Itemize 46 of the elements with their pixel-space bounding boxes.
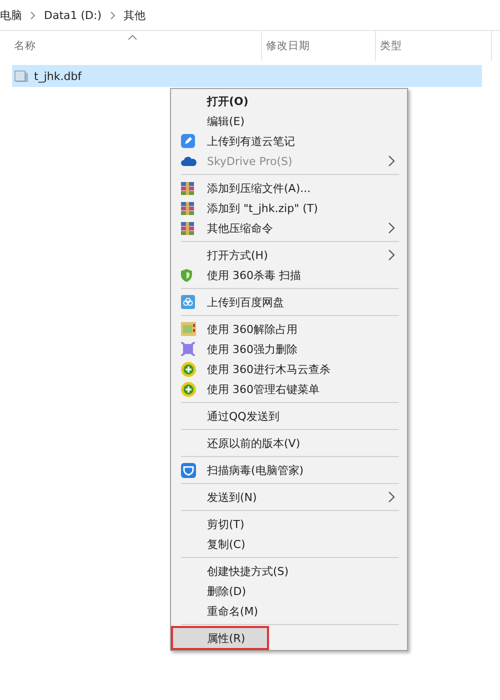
shield-icon	[181, 268, 192, 282]
menu-item[interactable]: 其他压缩命令	[173, 218, 405, 238]
menu-item[interactable]: 使用 360杀毒 扫描	[173, 265, 405, 285]
menu-item[interactable]: 属性(R)	[173, 628, 267, 648]
menu-item[interactable]: 重命名(M)	[173, 601, 405, 621]
archive-icon	[181, 182, 194, 194]
menu-item[interactable]: 复制(C)	[173, 534, 405, 554]
column-header[interactable]: 类型	[380, 39, 402, 53]
chevron-icon	[110, 10, 116, 20]
menu-item[interactable]: 删除(D)	[173, 581, 405, 601]
menu-item[interactable]: 上传到百度网盘	[173, 292, 405, 312]
plus-circle-icon	[181, 362, 196, 376]
menu-item[interactable]: 发送到(N)	[173, 487, 405, 507]
menu-item[interactable]: 添加到压缩文件(A)...	[173, 178, 405, 198]
menu-item[interactable]: 通过QQ发送到	[173, 406, 405, 426]
file-icon	[14, 69, 30, 83]
column-header[interactable]: 修改日期	[266, 39, 310, 53]
file-row[interactable]: t_jhk.dbf	[12, 65, 482, 87]
note-app-icon	[181, 134, 195, 148]
menu-item[interactable]: 使用 360强力删除	[173, 339, 405, 359]
menu-item[interactable]: 创建快捷方式(S)	[173, 561, 405, 581]
chevron-icon	[30, 10, 36, 20]
archive-icon	[181, 222, 194, 234]
menu-item[interactable]: 使用 360进行木马云查杀	[173, 359, 405, 379]
menu-item[interactable]: 添加到 "t_jhk.zip" (T)	[173, 198, 405, 218]
breadcrumb-item[interactable]: Data1 (D:)	[44, 8, 102, 22]
plus-circle-icon	[181, 382, 196, 396]
menu-item[interactable]: 剪切(T)	[173, 514, 405, 534]
file-tool-icon	[181, 322, 196, 336]
menu-item[interactable]: 使用 360解除占用	[173, 319, 405, 339]
menu-item[interactable]: 上传到有道云笔记	[173, 131, 405, 151]
cloud-icon	[181, 156, 197, 166]
menu-item[interactable]: 打开方式(H)	[173, 245, 405, 265]
archive-icon	[181, 202, 194, 214]
menu-item[interactable]: 使用 360管理右键菜单	[173, 379, 405, 399]
menu-item[interactable]: 还原以前的版本(V)	[173, 433, 405, 453]
cloud-box-icon	[181, 295, 195, 309]
breadcrumb-item[interactable]: 其他	[124, 8, 146, 22]
menu-item[interactable]: 编辑(E)	[173, 111, 405, 131]
column-header[interactable]: 名称	[14, 39, 36, 53]
menu-item[interactable]: 扫描病毒(电脑管家)	[173, 460, 405, 480]
breadcrumb-item[interactable]: 电脑	[0, 8, 22, 22]
shield-icon	[181, 462, 196, 478]
file-name: t_jhk.dbf	[34, 70, 82, 82]
menu-item[interactable]: 打开(O)	[173, 91, 405, 111]
shredder-icon	[181, 342, 195, 356]
